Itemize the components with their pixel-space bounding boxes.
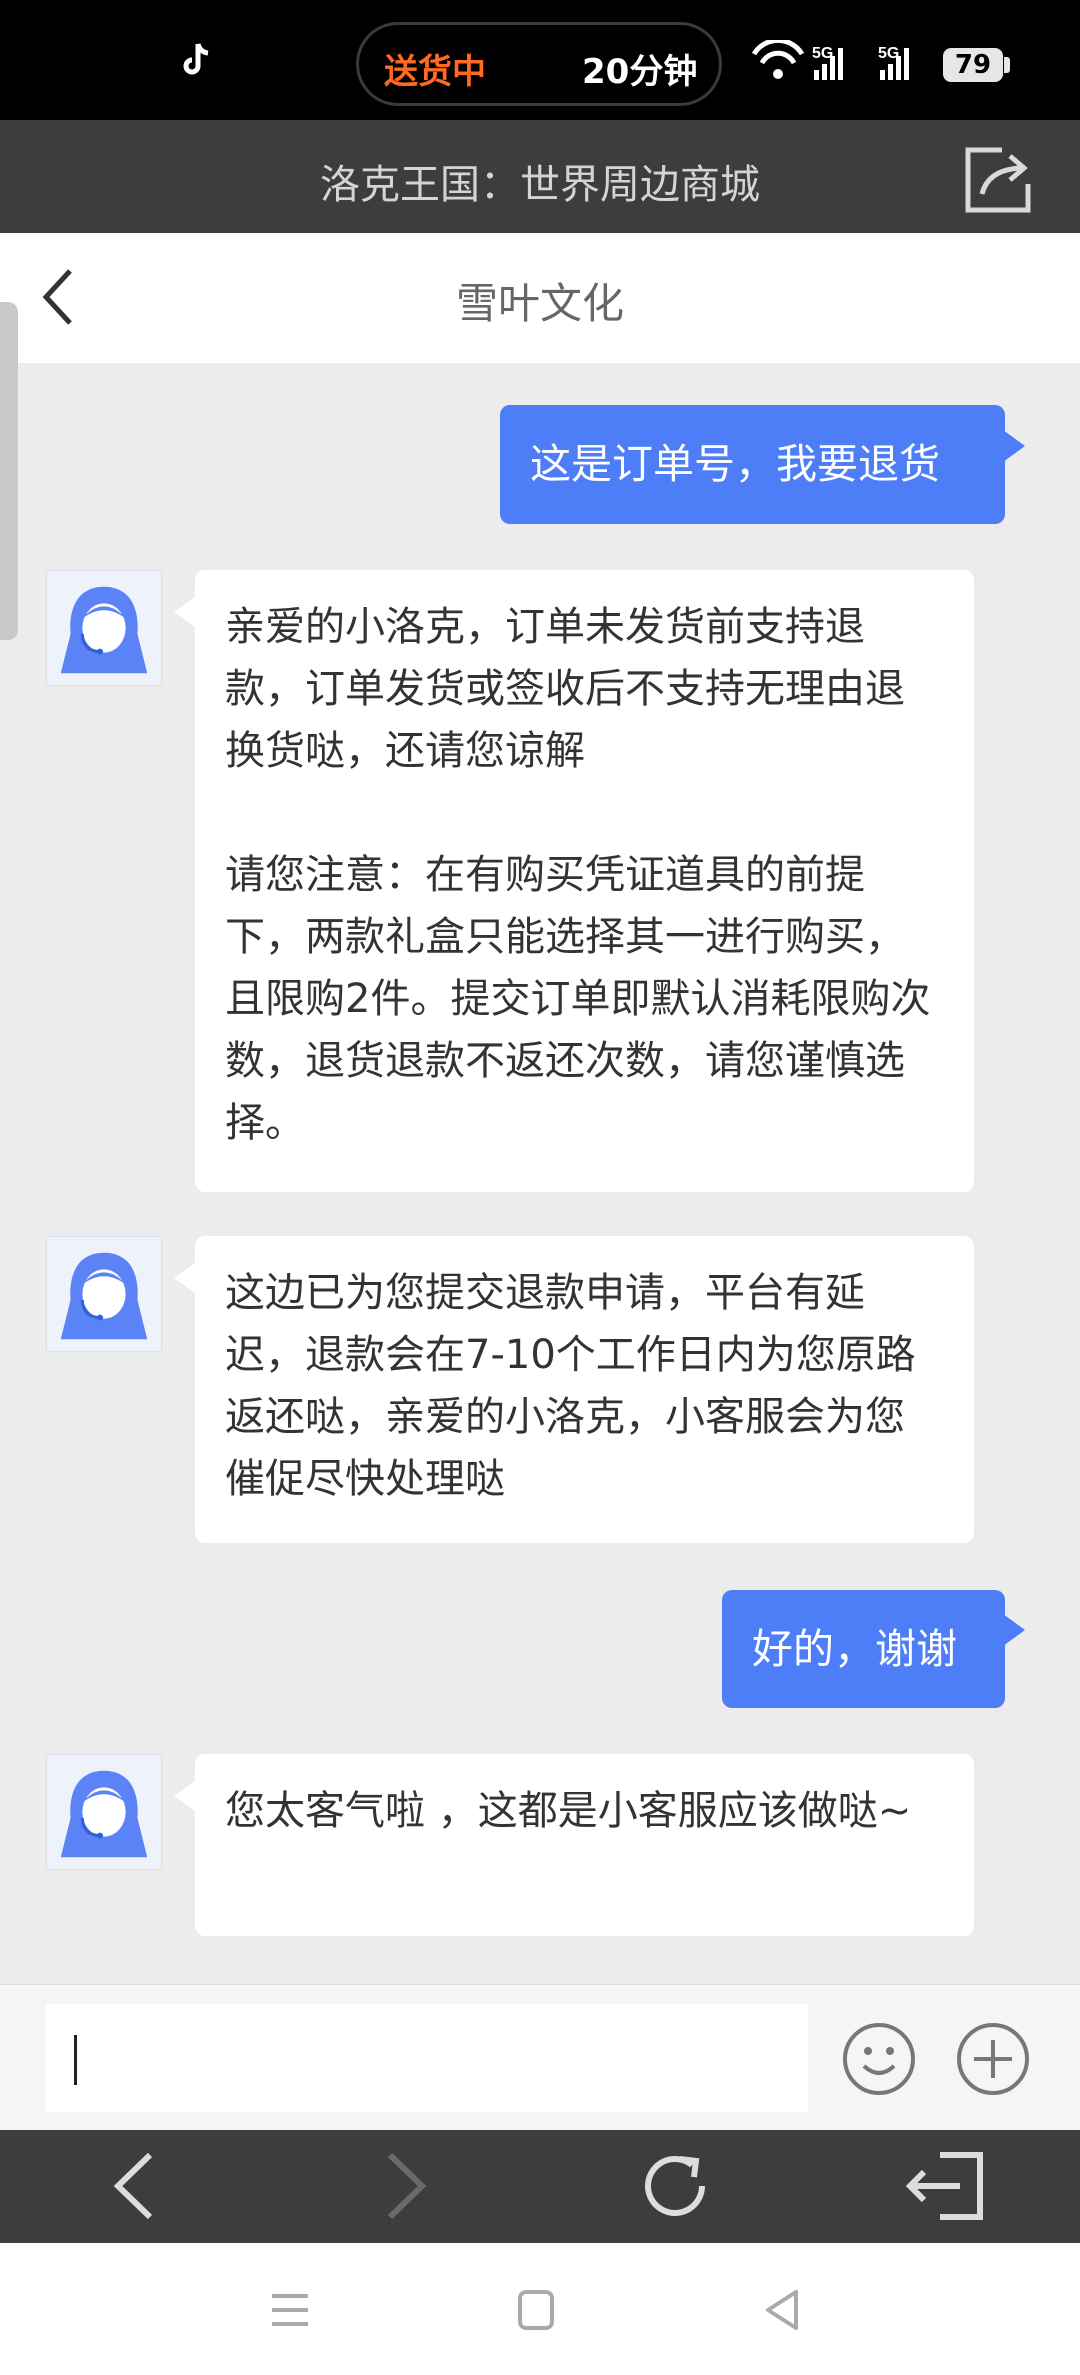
home-icon[interactable] — [506, 2280, 566, 2340]
message-paragraph: 这边已为您提交退款申请，平台有延迟，退款会在7-10个工作日内为您原路返还哒，亲… — [225, 1270, 916, 1502]
message-text: 好的，谢谢 — [752, 1625, 957, 1673]
message-paragraph: 您太客气啦 ，这都是小客服应该做哒~ — [225, 1788, 912, 1834]
forward-arrow-icon[interactable] — [360, 2141, 450, 2231]
agent-message-bubble: 亲爱的小洛克，订单未发货前支持退款，订单发货或签收后不支持无理由退换货哒，还请您… — [195, 570, 974, 1192]
battery-tip — [1004, 57, 1010, 73]
scroll-indicator[interactable] — [0, 302, 18, 640]
message-input[interactable] — [46, 2004, 808, 2112]
agent-avatar — [46, 570, 162, 686]
delivery-status: 送货中 — [384, 52, 486, 92]
agent-message-bubble: 您太客气啦 ，这都是小客服应该做哒~ — [195, 1754, 974, 1936]
delivery-eta: 20分钟 — [582, 52, 698, 92]
message-paragraph: 亲爱的小洛克，订单未发货前支持退款，订单发货或签收后不支持无理由退换货哒，还请您… — [225, 604, 905, 774]
bubble-tail — [174, 1262, 196, 1294]
bubble-tail — [174, 1780, 196, 1812]
share-icon[interactable] — [958, 140, 1038, 220]
bubble-tail — [1003, 1614, 1025, 1646]
agent-avatar — [46, 1754, 162, 1870]
battery-icon: 79 — [943, 48, 1003, 82]
back-arrow-icon[interactable] — [90, 2141, 180, 2231]
signal-5g-icon: 5G — [812, 45, 843, 80]
message-paragraph: 请您注意：在有购买凭证道具的前提下，两款礼盒只能选择其一进行购买，且限购2件。提… — [225, 852, 931, 1146]
wifi-icon — [751, 40, 805, 79]
refresh-icon[interactable] — [630, 2141, 720, 2231]
signal-5g-icon: 5G — [878, 45, 909, 80]
agent-avatar — [46, 1236, 162, 1352]
bubble-tail — [174, 596, 196, 628]
exit-icon[interactable] — [900, 2141, 990, 2231]
app-title: 洛克王国：世界周边商城 — [320, 162, 760, 208]
message-text: 这是订单号，我要退货 — [530, 440, 940, 488]
tiktok-icon — [183, 43, 209, 75]
text-caret — [74, 2035, 77, 2085]
chat-title: 雪叶文化 — [455, 279, 624, 328]
agent-message-bubble: 这边已为您提交退款申请，平台有延迟，退款会在7-10个工作日内为您原路返还哒，亲… — [195, 1236, 974, 1543]
add-icon[interactable] — [956, 2022, 1030, 2096]
emoji-icon[interactable] — [842, 2022, 916, 2096]
user-message-bubble: 这是订单号，我要退货 — [500, 405, 1005, 524]
menu-icon[interactable] — [260, 2280, 320, 2340]
status-time: 21:14 — [56, 38, 171, 79]
back-triangle-icon[interactable] — [752, 2280, 812, 2340]
bubble-tail — [1003, 430, 1025, 462]
user-message-bubble: 好的，谢谢 — [722, 1590, 1005, 1708]
